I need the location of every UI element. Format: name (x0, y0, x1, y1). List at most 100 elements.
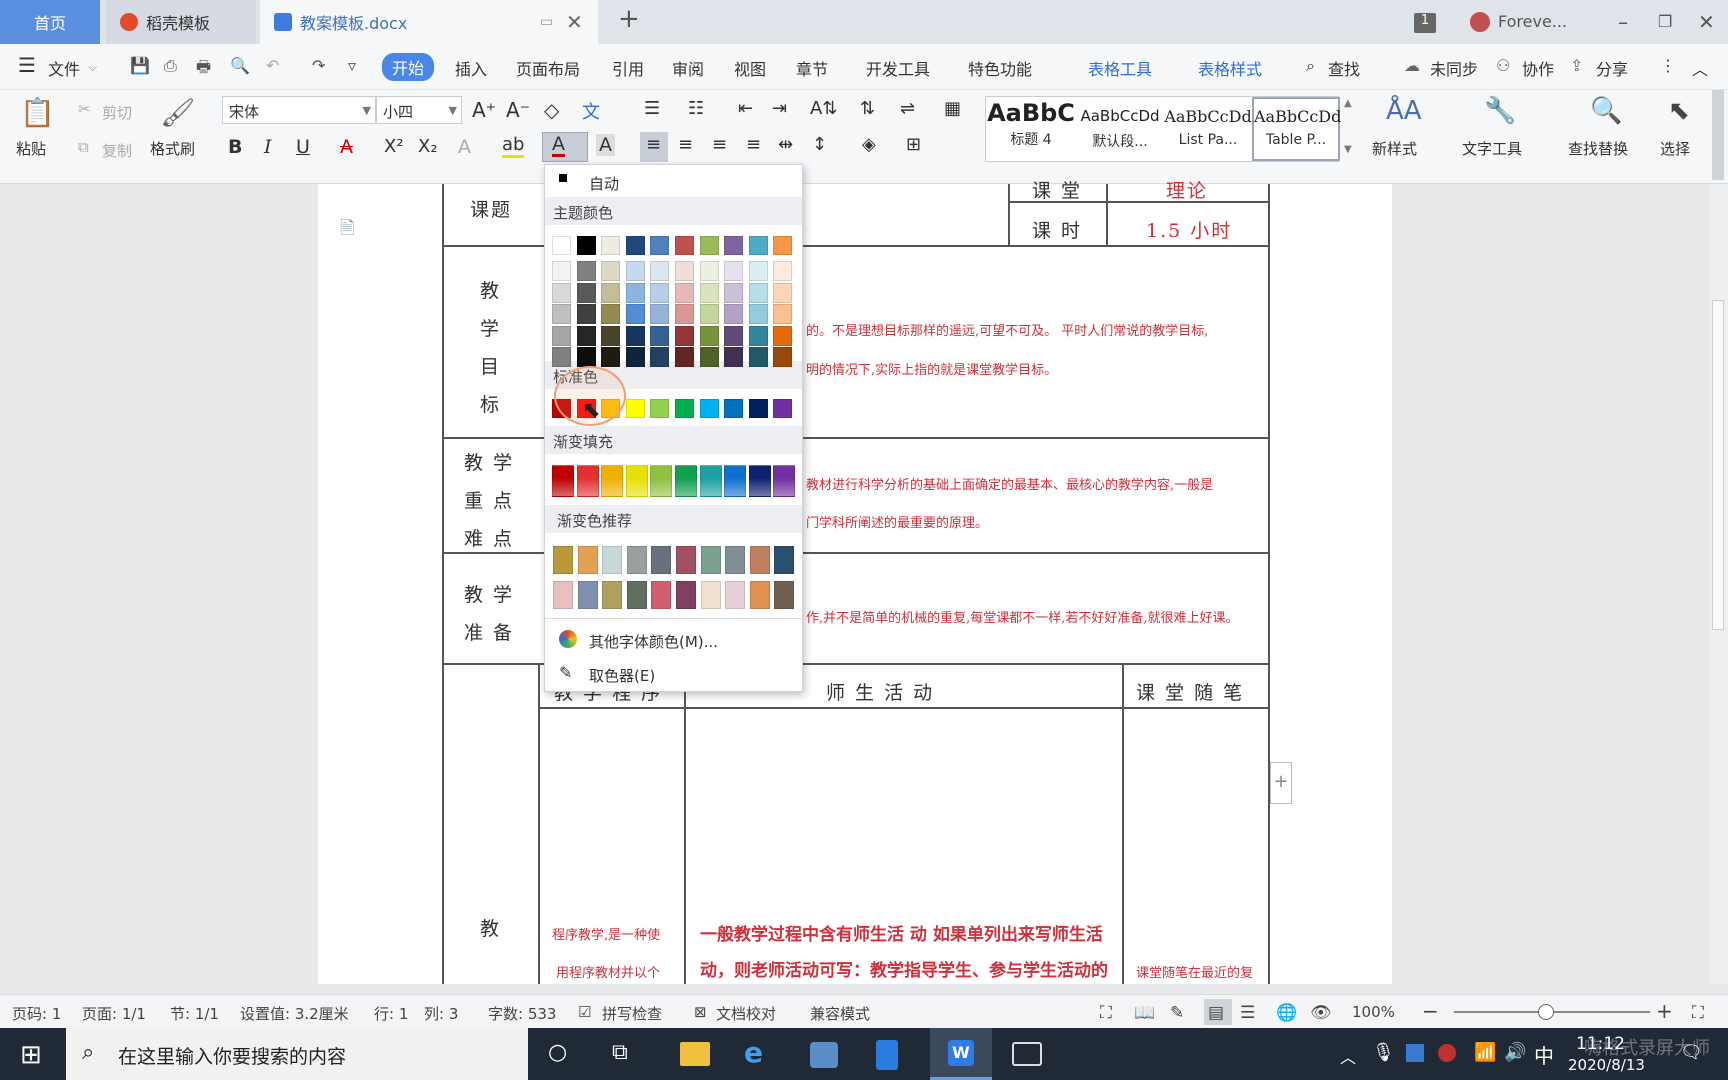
font-name-input[interactable]: 宋体 ▼ (222, 96, 376, 124)
text-tools-button[interactable]: 文字工具 (1462, 138, 1522, 159)
menu-devtools[interactable]: 开发工具 (866, 56, 930, 80)
save-icon[interactable]: 💾 (130, 56, 150, 75)
gradient-recommend-swatch[interactable] (749, 581, 770, 609)
theme-shade-swatch[interactable] (601, 261, 621, 281)
zoom-slider-thumb[interactable] (1538, 1004, 1554, 1020)
theme-color-swatch[interactable] (552, 236, 571, 255)
minimize-icon[interactable]: – (1618, 10, 1628, 34)
gradient-recommend-swatch[interactable] (651, 581, 672, 609)
gradient-recommend-swatch[interactable] (700, 546, 721, 574)
status-word-count[interactable]: 字数: 533 (488, 1003, 556, 1024)
gradient-swatch[interactable] (773, 465, 796, 497)
menu-table-style[interactable]: 表格样式 (1198, 56, 1262, 80)
procedure-text[interactable]: 程序教学,是一种使 (552, 924, 660, 943)
theme-shade-swatch[interactable] (552, 347, 571, 367)
add-column-button[interactable]: + (1270, 762, 1292, 804)
italic-icon[interactable]: I (264, 136, 272, 158)
activity-text[interactable]: 动，则老师活动可写：教学指导学生、参与学生活动的 (700, 956, 1108, 981)
align-right-icon[interactable]: ≡ (712, 134, 727, 155)
cell-class-type-value[interactable]: 理论 (1166, 176, 1208, 203)
theme-shade-swatch[interactable] (748, 304, 768, 324)
color-picker-option[interactable]: 取色器(E) (589, 665, 655, 686)
theme-shade-swatch[interactable] (773, 282, 793, 303)
reading-mode-icon[interactable]: 📖 (1134, 1003, 1155, 1023)
theme-shade-swatch[interactable] (650, 304, 670, 324)
char-shading-icon[interactable]: A (596, 134, 615, 156)
theme-shade-swatch[interactable] (773, 304, 793, 324)
qq-icon[interactable] (1438, 1044, 1456, 1062)
window-count-badge[interactable]: 1 (1414, 13, 1436, 33)
web-view-icon[interactable]: 🌐 (1276, 1003, 1297, 1023)
theme-shade-swatch[interactable] (724, 347, 744, 367)
highlight-icon[interactable]: ab (502, 134, 525, 158)
goal-text[interactable]: 明的情况下,实际上指的就是课堂教学目标。 (806, 359, 1057, 378)
theme-color-swatch[interactable] (576, 236, 596, 255)
theme-shade-swatch[interactable] (675, 261, 694, 281)
theme-shade-swatch[interactable] (675, 282, 694, 303)
copy-button[interactable]: 复制 (102, 140, 132, 161)
spellcheck-button[interactable]: 拼写检查 (602, 1003, 662, 1024)
tab-document[interactable]: 教案模板.docx ▭ ✕ (260, 0, 598, 44)
menu-chapter[interactable]: 章节 (796, 56, 828, 80)
theme-shade-swatch[interactable] (748, 261, 768, 281)
wrench-icon[interactable]: 🔧 (1484, 96, 1516, 126)
theme-shade-swatch[interactable] (601, 325, 621, 346)
task-view-icon[interactable]: ⧉ (612, 1040, 628, 1065)
menu-find[interactable]: 查找 (1328, 56, 1360, 80)
volume-icon[interactable]: 🔊 (1504, 1042, 1526, 1063)
cell-class-type[interactable]: 课 堂 (1032, 176, 1082, 203)
menu-unsync[interactable]: 未同步 (1430, 56, 1478, 80)
menu-special[interactable]: 特色功能 (968, 56, 1032, 80)
standard-color-swatch[interactable] (773, 399, 793, 418)
menu-view[interactable]: 视图 (734, 56, 766, 80)
theme-shade-swatch[interactable] (625, 304, 645, 324)
spellcheck-icon[interactable]: ☑ (578, 1003, 591, 1021)
auto-color-option[interactable]: 自动 (589, 173, 619, 194)
bullet-list-icon[interactable]: ☰ (644, 98, 660, 119)
gradient-recommend-swatch[interactable] (577, 546, 598, 574)
zoom-in-icon[interactable]: + (1656, 999, 1673, 1023)
bold-icon[interactable]: B (228, 136, 242, 158)
menu-file[interactable]: 文件 (48, 56, 80, 80)
style-tablepara[interactable]: AaBbCcDd Table P... (1252, 97, 1341, 161)
gradient-swatch[interactable] (748, 465, 771, 497)
theme-shade-swatch[interactable] (724, 261, 744, 281)
copy-icon[interactable]: ⧉ (78, 138, 89, 156)
close-tab-icon[interactable]: ✕ (566, 10, 583, 34)
zoom-out-icon[interactable]: − (1422, 999, 1439, 1023)
collab-icon[interactable]: ⚇ (1496, 56, 1510, 75)
theme-shade-swatch[interactable] (576, 304, 596, 324)
activity-text[interactable]: 一般教学过程中含有师生活 动 如果单列出来写师生活 (700, 920, 1103, 945)
eye-protect-icon[interactable]: 👁 (1310, 1003, 1332, 1023)
theme-shade-swatch[interactable] (552, 261, 571, 281)
theme-shade-swatch[interactable] (552, 325, 571, 346)
find-replace-icon[interactable]: 🔍 (1590, 96, 1622, 126)
gradient-recommend-swatch[interactable] (626, 581, 647, 609)
theme-color-swatch[interactable] (773, 236, 793, 255)
theme-shade-swatch[interactable] (650, 325, 670, 346)
theme-shade-swatch[interactable] (625, 261, 645, 281)
gradient-swatch[interactable] (724, 465, 747, 497)
select-cursor-icon[interactable]: ⬉ (1668, 96, 1690, 126)
menu-review[interactable]: 审阅 (672, 56, 704, 80)
gradient-swatch[interactable] (650, 465, 673, 497)
file-explorer-icon[interactable] (680, 1042, 710, 1066)
justify-icon[interactable]: ≡ (746, 134, 761, 155)
gradient-swatch[interactable] (699, 465, 722, 497)
theme-shade-swatch[interactable] (601, 304, 621, 324)
theme-shade-swatch[interactable] (625, 325, 645, 346)
theme-shade-swatch[interactable] (699, 261, 719, 281)
style-heading4[interactable]: AaBbC 标题 4 (986, 97, 1076, 161)
header-notes[interactable]: 课 堂 随 笔 (1136, 678, 1244, 705)
ime-indicator[interactable]: 中 (1534, 1040, 1554, 1069)
gradient-recommend-swatch[interactable] (676, 546, 696, 574)
new-style-button[interactable]: 新样式 (1372, 138, 1417, 159)
theme-shade-swatch[interactable] (748, 325, 768, 346)
tray-expand-icon[interactable]: ︿ (1340, 1044, 1356, 1068)
cell-hours[interactable]: 课 时 (1032, 216, 1082, 243)
ribbon-scroll[interactable] (1712, 90, 1724, 180)
cut-icon[interactable]: ✂ (78, 100, 91, 118)
theme-shade-swatch[interactable] (650, 347, 670, 367)
cloud-icon[interactable]: ☁ (1404, 56, 1420, 75)
fit-window-icon[interactable]: ⛶ (1692, 1003, 1704, 1023)
